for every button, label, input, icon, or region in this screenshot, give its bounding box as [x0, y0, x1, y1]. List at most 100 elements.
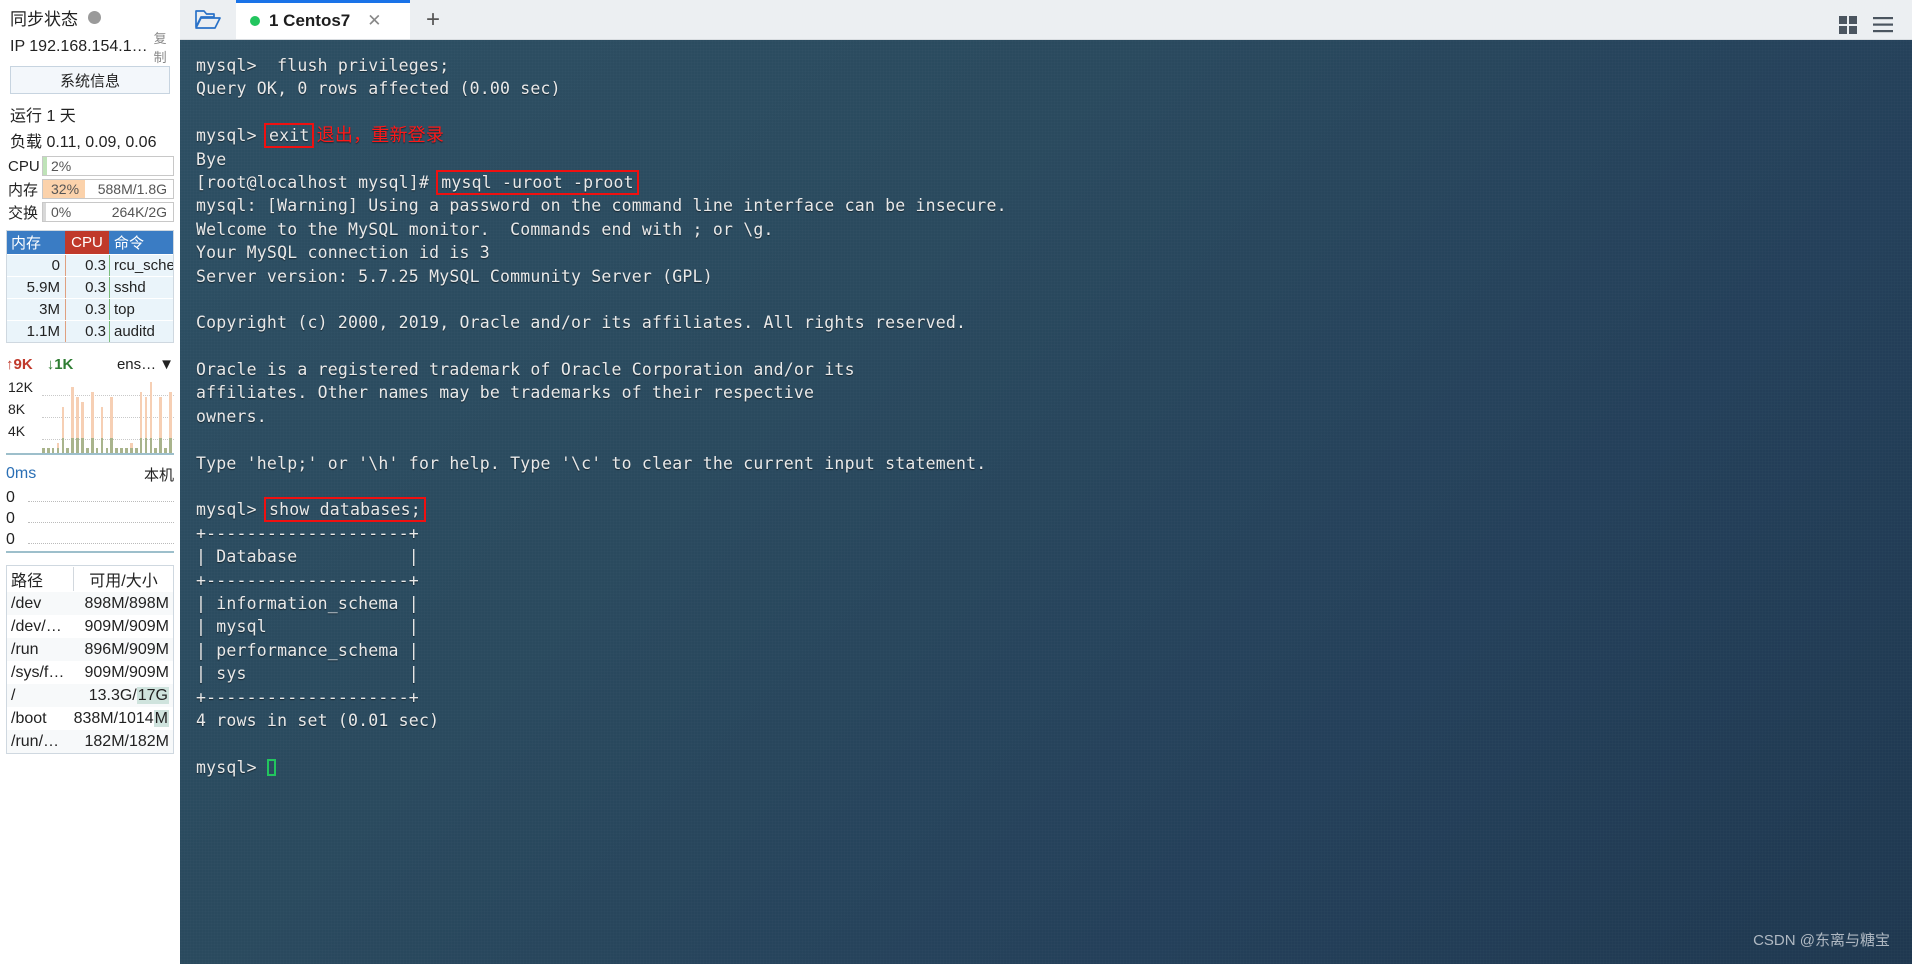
disk-row: / 13.3G/17G	[7, 684, 173, 707]
process-mem: 3M	[39, 301, 60, 318]
terminal-line: 4 rows in set (0.01 sec)	[196, 710, 440, 730]
network-download-bar	[139, 437, 143, 453]
process-row: 0 0.3 rcu_sche	[7, 254, 173, 276]
disk-table-body: /dev 898M/898M/dev/… 909M/909M/run 896M/909…	[7, 592, 173, 753]
network-y-tick-2: 4K	[8, 423, 26, 439]
new-tab-button[interactable]: +	[410, 0, 456, 39]
disk-row: /dev 898M/898M	[7, 592, 173, 615]
network-download-bar	[169, 437, 172, 453]
sync-status-indicator-icon	[88, 10, 101, 24]
terminal-line: | Database |	[196, 547, 419, 567]
terminal-line: Welcome to the MySQL monitor. Commands e…	[196, 219, 774, 239]
process-header-mem: 内存	[7, 231, 65, 254]
network-y-tick-0: 12K	[8, 379, 33, 395]
terminal-line: | performance_schema |	[196, 640, 419, 660]
grid-layout-icon[interactable]	[1838, 15, 1858, 35]
meter-bar: 32% 588M/1.8G	[42, 179, 174, 199]
folder-open-icon[interactable]	[180, 0, 236, 39]
network-gridline	[42, 395, 174, 396]
network-download-bar	[66, 447, 70, 453]
process-mem: 0	[51, 257, 60, 274]
terminal-line: +--------------------+	[196, 687, 419, 707]
close-icon[interactable]: ✕	[367, 11, 381, 31]
latency-row: 0	[6, 487, 174, 508]
tab-connected-status-icon	[250, 16, 260, 26]
disk-row: /run/… 182M/182M	[7, 730, 173, 753]
disk-size-highlight: M	[153, 709, 169, 727]
network-download-bar	[144, 437, 148, 453]
terminal-output-pane[interactable]: mysql> flush privileges; Query OK, 0 rows…	[180, 40, 1912, 964]
disk-path: /boot	[11, 709, 47, 727]
terminal-line: +--------------------+	[196, 570, 419, 590]
network-download-value: 1K	[54, 355, 74, 373]
network-upload-stat: ↑ 9K	[6, 356, 33, 373]
disk-row: /sys/f… 909M/909M	[7, 661, 173, 684]
sync-status-label: 同步状态	[10, 9, 78, 29]
ip-address-row: IP 192.168.154.1… 复制	[6, 31, 174, 65]
disk-usage-table: 路径 可用/大小 /dev 898M/898M/dev/… 909M/909M/ru…	[6, 565, 174, 754]
network-download-bar	[110, 437, 114, 453]
process-cmd: top	[109, 299, 173, 320]
network-interface-selector[interactable]: ens… ▼	[117, 356, 174, 373]
network-chart-y-axis: 12K 8K 4K	[6, 377, 40, 453]
process-cpu: 0.3	[65, 321, 109, 342]
network-download-bar	[105, 447, 109, 453]
network-traffic-chart: 12K 8K 4K	[6, 377, 174, 455]
disk-size: 896M/909M	[84, 640, 170, 658]
network-download-bar	[130, 447, 133, 453]
network-download-bar	[56, 447, 60, 453]
terminal-lines: mysql> flush privileges; Query OK, 0 rows…	[188, 54, 1912, 779]
terminal-line: affiliates. Other names may be trademark…	[196, 383, 815, 403]
uptime-label: 运行 1 天	[10, 108, 76, 125]
network-download-bar	[46, 447, 50, 453]
process-row: 1.1M 0.3 auditd	[7, 320, 173, 342]
terminal-line: | sys |	[196, 664, 419, 684]
system-info-button[interactable]: 系统信息	[10, 66, 170, 94]
network-chart-plot	[42, 377, 174, 453]
disk-row: /run 896M/909M	[7, 638, 173, 661]
system-monitor-sidebar: 同步状态 IP 192.168.154.1… 复制 系统信息 运行 1 天 负载…	[0, 0, 180, 964]
terminal-tab-centos7[interactable]: 1 Centos7 ✕	[236, 0, 410, 39]
hamburger-menu-icon[interactable]	[1872, 16, 1894, 34]
terminal-line: | mysql |	[196, 617, 419, 637]
network-interface-label: ens…	[116, 355, 157, 373]
disk-path: /sys/f…	[11, 663, 65, 681]
disk-header-path: 路径	[11, 573, 44, 590]
network-download-bar	[115, 447, 119, 453]
latency-row: 0	[6, 529, 174, 550]
main-area: 1 Centos7 ✕ + mysql> flush privileges; Q…	[180, 0, 1912, 964]
network-download-bar	[134, 447, 138, 453]
latency-gridline	[28, 543, 174, 544]
terminal-line: mysql: [Warning] Using a password on the…	[196, 196, 1007, 216]
disk-row: /boot 838M/1014M	[7, 707, 173, 730]
tabbar-actions	[1838, 15, 1912, 39]
network-download-bar	[42, 447, 45, 453]
process-cmd: sshd	[109, 277, 173, 298]
terminal-line: +--------------------+	[196, 523, 419, 543]
latency-row: 0	[6, 508, 174, 529]
meter-label: CPU	[8, 157, 40, 175]
process-mem: 5.9M	[26, 279, 60, 296]
terminal-line: Type 'help;' or '\h' for help. Type '\c'…	[196, 453, 987, 473]
meter-value: 588M/1.8G	[97, 181, 167, 197]
highlighted-command: show databases;	[263, 497, 426, 523]
process-cpu: 0.3	[65, 299, 109, 320]
copy-ip-button[interactable]: 复制	[154, 28, 174, 66]
process-header-cpu: CPU	[65, 231, 109, 254]
disk-size: 909M/909M	[84, 663, 170, 681]
terminal-line: mysql> exit 退出，重新登录	[196, 123, 445, 149]
disk-size-highlight: 17G	[136, 686, 169, 704]
tab-bar: 1 Centos7 ✕ +	[180, 0, 1912, 40]
network-download-bar	[149, 437, 153, 453]
network-download-bar	[71, 437, 75, 453]
disk-table-header: 路径 可用/大小	[7, 566, 173, 592]
terminal-line: Server version: 5.7.25 MySQL Community S…	[196, 266, 713, 286]
disk-size: 898M/898M	[84, 594, 170, 612]
process-row: 3M 0.3 top	[7, 298, 173, 320]
meter-label: 交换	[8, 204, 39, 222]
load-average-label: 负载 0.11, 0.09, 0.06	[10, 134, 157, 151]
